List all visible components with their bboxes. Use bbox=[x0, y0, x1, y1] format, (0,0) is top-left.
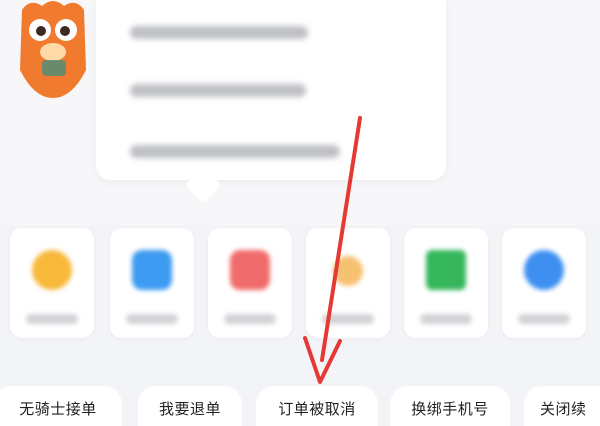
blurred-text bbox=[130, 25, 308, 39]
service-card[interactable] bbox=[306, 228, 390, 338]
chip-cancel-order[interactable]: 我要退单 bbox=[138, 386, 242, 426]
blurred-label bbox=[26, 314, 78, 324]
chip-label: 换绑手机号 bbox=[411, 400, 489, 418]
blurred-icon bbox=[132, 250, 172, 290]
chip-label: 订单被取消 bbox=[278, 400, 356, 418]
blurred-icon bbox=[426, 250, 466, 290]
blurred-label bbox=[322, 314, 374, 324]
blurred-text bbox=[130, 144, 340, 158]
service-cards bbox=[0, 228, 600, 340]
chip-label: 无骑士接单 bbox=[19, 400, 97, 418]
popup-menu bbox=[96, 0, 446, 180]
mascot-avatar-icon bbox=[20, 1, 86, 98]
blurred-label bbox=[126, 314, 178, 324]
blurred-text bbox=[130, 83, 306, 97]
blurred-label bbox=[224, 314, 276, 324]
blurred-icon bbox=[32, 250, 72, 290]
blurred-label bbox=[518, 314, 570, 324]
service-card[interactable] bbox=[208, 228, 292, 338]
service-card[interactable] bbox=[404, 228, 488, 338]
chip-no-rider[interactable]: 无骑士接单 bbox=[0, 386, 122, 426]
chip-label: 我要退单 bbox=[158, 400, 221, 418]
popup-menu-item[interactable] bbox=[130, 140, 340, 162]
blurred-icon bbox=[333, 256, 363, 286]
chip-change-phone[interactable]: 换绑手机号 bbox=[390, 386, 510, 426]
service-card[interactable] bbox=[10, 228, 94, 338]
chip-close-renewal[interactable]: 关闭续 bbox=[524, 386, 600, 426]
popup-menu-item[interactable] bbox=[130, 21, 308, 43]
blurred-label bbox=[420, 314, 472, 324]
blurred-icon bbox=[230, 250, 270, 290]
chip-label: 关闭续 bbox=[540, 400, 587, 418]
quick-question-chips: 无骑士接单 我要退单 订单被取消 换绑手机号 关闭续 bbox=[0, 386, 600, 426]
blurred-icon bbox=[524, 250, 564, 290]
popup-menu-item[interactable] bbox=[130, 79, 306, 101]
service-card[interactable] bbox=[502, 228, 586, 338]
service-card[interactable] bbox=[110, 228, 194, 338]
top-area bbox=[0, 0, 600, 225]
chip-order-cancelled[interactable]: 订单被取消 bbox=[256, 386, 378, 426]
